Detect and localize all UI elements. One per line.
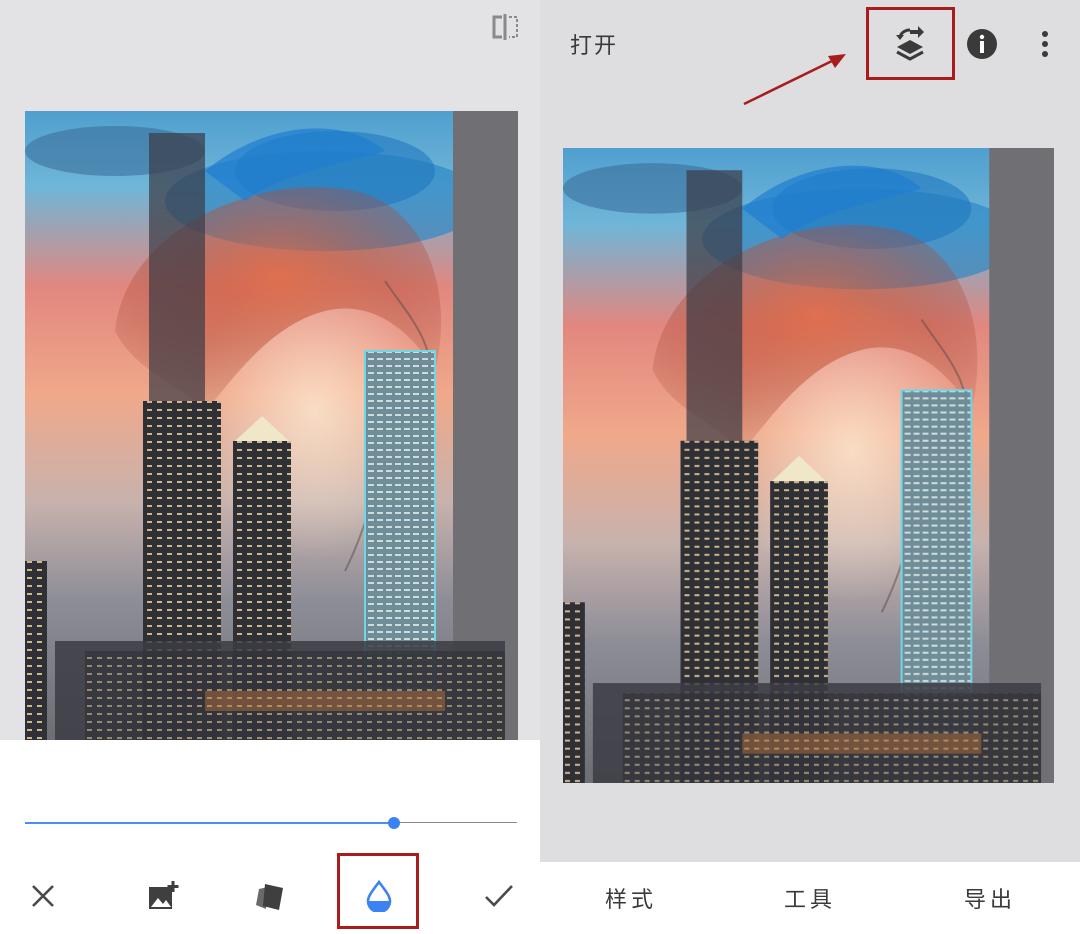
more-options-button[interactable] bbox=[1028, 24, 1062, 64]
preview-photo bbox=[25, 111, 518, 740]
opacity-slider[interactable] bbox=[25, 813, 517, 833]
open-button[interactable]: 打开 bbox=[570, 28, 618, 60]
annotation-arrow-icon bbox=[738, 50, 848, 110]
cancel-button[interactable] bbox=[13, 866, 73, 926]
nav-tools-tab[interactable]: 工具 bbox=[784, 882, 836, 914]
compare-split-icon[interactable] bbox=[490, 12, 522, 42]
blend-styles-button[interactable] bbox=[240, 866, 300, 926]
slider-empty-track bbox=[394, 822, 517, 823]
add-image-button[interactable] bbox=[133, 866, 193, 926]
slider-filled-track bbox=[25, 822, 394, 824]
check-icon bbox=[485, 885, 513, 907]
nav-export-tab[interactable]: 导出 bbox=[964, 882, 1016, 914]
main-photo bbox=[563, 148, 1054, 783]
info-icon bbox=[967, 29, 997, 59]
apply-button[interactable] bbox=[469, 866, 529, 926]
annotation-highlight-box bbox=[337, 853, 419, 929]
more-vert-icon bbox=[1042, 31, 1048, 57]
annotation-highlight-box bbox=[866, 7, 955, 80]
add-image-icon bbox=[149, 881, 179, 909]
nav-styles-tab[interactable]: 样式 bbox=[605, 882, 657, 914]
blend-styles-icon bbox=[256, 884, 283, 910]
info-button[interactable] bbox=[962, 24, 1002, 64]
close-icon bbox=[32, 885, 54, 907]
slider-thumb[interactable] bbox=[388, 817, 400, 829]
